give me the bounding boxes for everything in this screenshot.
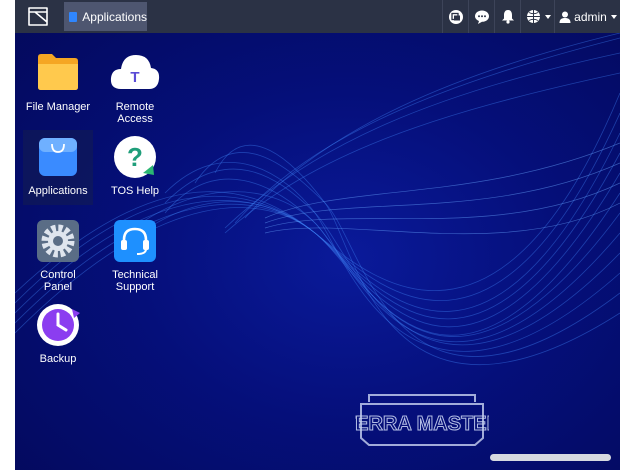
applications-tab-icon [69,11,78,22]
help-icon: ? [113,135,157,179]
desktop-icon-label: Remote Access [115,101,155,125]
desktop-icon-label: File Manager [25,101,91,113]
notifications-button[interactable] [494,0,521,33]
folder-icon [36,51,80,95]
svg-text:?: ? [127,142,143,172]
desktop-icon-label: Backup [39,353,77,365]
desktop-icon-tos-help[interactable]: ? TOS Help [100,135,170,197]
desktop-icon-label: TOS Help [110,185,160,197]
media-icon [449,9,463,24]
user-caret-icon [610,14,617,19]
desktop-icon-remote-access[interactable]: T Remote Access [100,51,170,125]
taskbar: Applications admin [15,0,620,33]
desktop-icon-label: Technical Support [112,269,158,293]
desktop-icon-technical-support[interactable]: Technical Support [100,219,170,293]
headset-icon [113,219,157,263]
user-icon [559,11,571,23]
desktop-icon-control-panel[interactable]: Control Panel [23,219,93,293]
bell-icon [502,10,514,24]
desktop-icon-label: Applications [28,185,88,197]
desktop-icon-applications[interactable]: Applications [23,130,93,205]
horizontal-scrollbar[interactable] [490,454,611,461]
brand-text: TERRA MASTER [355,413,489,435]
media-button[interactable] [442,0,469,33]
desktop-icon-backup[interactable]: Backup [23,303,93,365]
chat-button[interactable] [468,0,495,33]
chat-icon [475,10,489,24]
desktop-icon-label: Control Panel [40,269,76,293]
user-name: admin [574,9,607,24]
desktop: Applications admin File Manager T Remote… [15,0,620,470]
window-icon[interactable] [27,6,49,27]
language-button[interactable] [520,0,555,33]
cloud-icon: T [110,51,160,95]
taskbar-app-label: Applications [82,9,147,24]
terramaster-logo: TERRA MASTER [355,394,489,446]
language-caret-icon [544,14,551,19]
clock-icon [36,303,80,347]
taskbar-app-tab[interactable]: Applications [64,2,147,31]
svg-text:T: T [130,69,139,86]
globe-icon [526,10,540,23]
desktop-icon-file-manager[interactable]: File Manager [23,51,93,113]
shopping-bag-icon [36,135,80,179]
user-menu[interactable]: admin [554,0,620,33]
gear-icon [36,219,80,263]
